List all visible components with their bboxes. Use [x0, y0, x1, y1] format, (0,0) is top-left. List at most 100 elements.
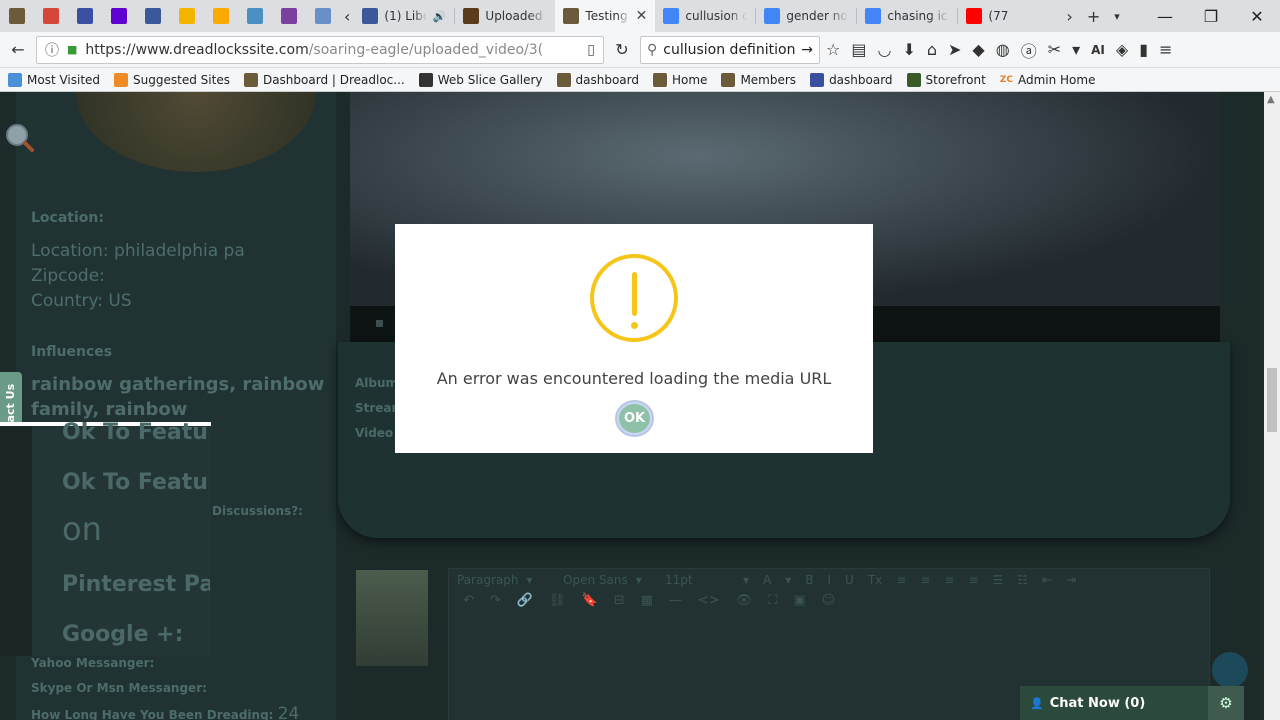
- tab-list-button[interactable]: ▾: [1114, 10, 1120, 23]
- editor-tool-0[interactable]: A: [763, 573, 771, 587]
- editor-tool-row2-3[interactable]: ⛓: [549, 593, 566, 608]
- pinned-tab-8[interactable]: [272, 0, 306, 32]
- pinned-tab-9[interactable]: [306, 0, 340, 32]
- editor-tool-9[interactable]: ≡: [968, 573, 978, 587]
- editor-tool-12[interactable]: ⇤: [1042, 573, 1052, 587]
- tab-3[interactable]: cullusion d: [655, 0, 755, 32]
- toolbar-icon-11[interactable]: AI: [1091, 43, 1105, 57]
- speaker-icon[interactable]: 🔊: [433, 10, 447, 23]
- tab-1[interactable]: Uploaded V: [455, 0, 555, 32]
- editor-tool-7[interactable]: ≡: [920, 573, 930, 587]
- bookmark-item[interactable]: dashboard: [556, 72, 639, 87]
- tab-0[interactable]: (1) Libe 🔊: [354, 0, 454, 32]
- toolbar-icon-8[interactable]: ⓐ: [1021, 38, 1037, 62]
- tab-scroll-left[interactable]: ‹: [340, 0, 354, 32]
- editor-tool-11[interactable]: ☷: [1017, 573, 1028, 587]
- close-tab-icon[interactable]: ✕: [636, 8, 648, 24]
- pinned-tab-4[interactable]: [136, 0, 170, 32]
- editor-tool-2[interactable]: B: [805, 573, 813, 587]
- tab-6[interactable]: (77: [958, 0, 1058, 32]
- scroll-top-button[interactable]: [1212, 652, 1248, 688]
- editor-tool-row2-10[interactable]: ⛶: [768, 593, 777, 608]
- editor-tool-13[interactable]: ⇥: [1066, 573, 1076, 587]
- toolbar-icon-6[interactable]: ◆: [972, 40, 984, 59]
- search-go-icon[interactable]: →: [801, 42, 813, 58]
- toolbar-icon-0[interactable]: ☆: [826, 40, 840, 59]
- play-indicator[interactable]: [376, 320, 383, 327]
- new-tab-button[interactable]: +: [1087, 7, 1100, 26]
- bookmark-item[interactable]: Members: [721, 72, 796, 87]
- magnifier-icon[interactable]: [4, 122, 34, 152]
- bookmark-item[interactable]: dashboard: [810, 72, 893, 87]
- editor-tool-4[interactable]: U: [845, 573, 854, 587]
- tab-5[interactable]: chasing ice: [857, 0, 957, 32]
- url-bar[interactable]: ⓘ ■ https://www.dreadlockssite.com/soari…: [36, 35, 604, 64]
- editor-tool-row2-11[interactable]: ▣: [793, 593, 805, 608]
- close-window-button[interactable]: ✕: [1234, 0, 1280, 32]
- bookmark-item[interactable]: Home: [653, 72, 707, 87]
- editor-tool-1[interactable]: ▾: [785, 573, 791, 587]
- editor-tool-row2-4[interactable]: 🔖: [582, 593, 598, 608]
- bookmark-item[interactable]: Storefront: [906, 72, 986, 87]
- editor-tool-5[interactable]: Tx: [868, 573, 882, 587]
- toolbar-icon-3[interactable]: ⬇: [902, 40, 915, 59]
- editor-tool-8[interactable]: ≡: [944, 573, 954, 587]
- toolbar-icon-9[interactable]: ✂: [1048, 40, 1061, 59]
- scroll-up-icon[interactable]: ▲: [1267, 94, 1275, 105]
- chat-settings-icon[interactable]: ⚙: [1208, 686, 1244, 720]
- chat-bar[interactable]: 👤 Chat Now (0) ⚙: [1020, 686, 1244, 720]
- editor-tool-row2-6[interactable]: ▦: [641, 593, 653, 608]
- ok-button[interactable]: OK: [617, 402, 652, 435]
- editor-tool-10[interactable]: ☰: [993, 573, 1004, 587]
- scrollbar-thumb[interactable]: [1267, 368, 1277, 432]
- tab-scroll-right-icon[interactable]: ›: [1066, 7, 1072, 26]
- search-query[interactable]: cullusion definition: [663, 42, 795, 58]
- bookmark-item[interactable]: Suggested Sites: [114, 72, 230, 87]
- pinned-tab-1[interactable]: [34, 0, 68, 32]
- toolbar-icon-14[interactable]: ≡: [1159, 40, 1172, 59]
- pinned-tab-5[interactable]: [170, 0, 204, 32]
- bookmark-item[interactable]: Most Visited: [8, 72, 100, 87]
- editor-tool-3[interactable]: I: [827, 573, 831, 587]
- editor-tool-6[interactable]: ≡: [896, 573, 906, 587]
- tab-4[interactable]: gender nor: [756, 0, 856, 32]
- editor-tool-row2-7[interactable]: —: [669, 593, 682, 608]
- pinned-tab-6[interactable]: [204, 0, 238, 32]
- info-icon[interactable]: ⓘ: [45, 40, 59, 60]
- editor-tool-row2-9[interactable]: 👁: [736, 593, 753, 608]
- restore-button[interactable]: ❐: [1188, 0, 1234, 32]
- pinned-tab-3[interactable]: [102, 0, 136, 32]
- chat-now-button[interactable]: 👤 Chat Now (0): [1020, 696, 1208, 711]
- pinned-tab-2[interactable]: [68, 0, 102, 32]
- toolbar-icon-7[interactable]: ◍: [996, 40, 1010, 59]
- editor-tool-row2-8[interactable]: <>: [698, 593, 720, 608]
- toolbar-icon-13[interactable]: ▮: [1139, 40, 1148, 59]
- search-bar[interactable]: ⚲ cullusion definition →: [640, 35, 820, 64]
- profile-avatar[interactable]: [76, 92, 316, 172]
- editor-tool-row2-1[interactable]: ↷: [490, 593, 501, 608]
- pinned-tab-7[interactable]: [238, 0, 272, 32]
- bookmark-item[interactable]: Web Slice Gallery: [418, 72, 543, 87]
- url-text[interactable]: https://www.dreadlockssite.com/soaring-e…: [85, 42, 579, 58]
- font-select[interactable]: Open Sans ▾: [563, 573, 651, 587]
- toolbar-icon-12[interactable]: ◈: [1116, 40, 1128, 59]
- toolbar-icon-2[interactable]: ◡: [877, 40, 891, 59]
- back-button[interactable]: ←: [6, 38, 30, 62]
- minimize-button[interactable]: —: [1142, 0, 1188, 32]
- pinned-tab-0[interactable]: [0, 0, 34, 32]
- reader-view-icon[interactable]: ▯: [587, 42, 595, 58]
- size-select[interactable]: 11pt ▾: [665, 573, 749, 587]
- page-scrollbar[interactable]: ▲: [1264, 92, 1280, 720]
- bookmark-item[interactable]: ZC Admin Home: [1000, 73, 1096, 87]
- editor-tool-row2-0[interactable]: ↶: [463, 593, 474, 608]
- tab-2[interactable]: Testing ✕: [555, 0, 656, 32]
- reload-button[interactable]: ↻: [610, 38, 634, 62]
- toolbar-icon-10[interactable]: ▾: [1072, 40, 1080, 59]
- toolbar-icon-5[interactable]: ➤: [948, 40, 961, 59]
- toolbar-icon-1[interactable]: ▤: [851, 40, 866, 59]
- toolbar-icon-4[interactable]: ⌂: [927, 40, 937, 59]
- editor-tool-row2-5[interactable]: ⊟: [614, 593, 625, 608]
- format-select[interactable]: Paragraph ▾: [457, 573, 549, 587]
- editor-tool-row2-12[interactable]: ☺: [822, 593, 836, 608]
- editor-tool-row2-2[interactable]: 🔗: [517, 593, 533, 608]
